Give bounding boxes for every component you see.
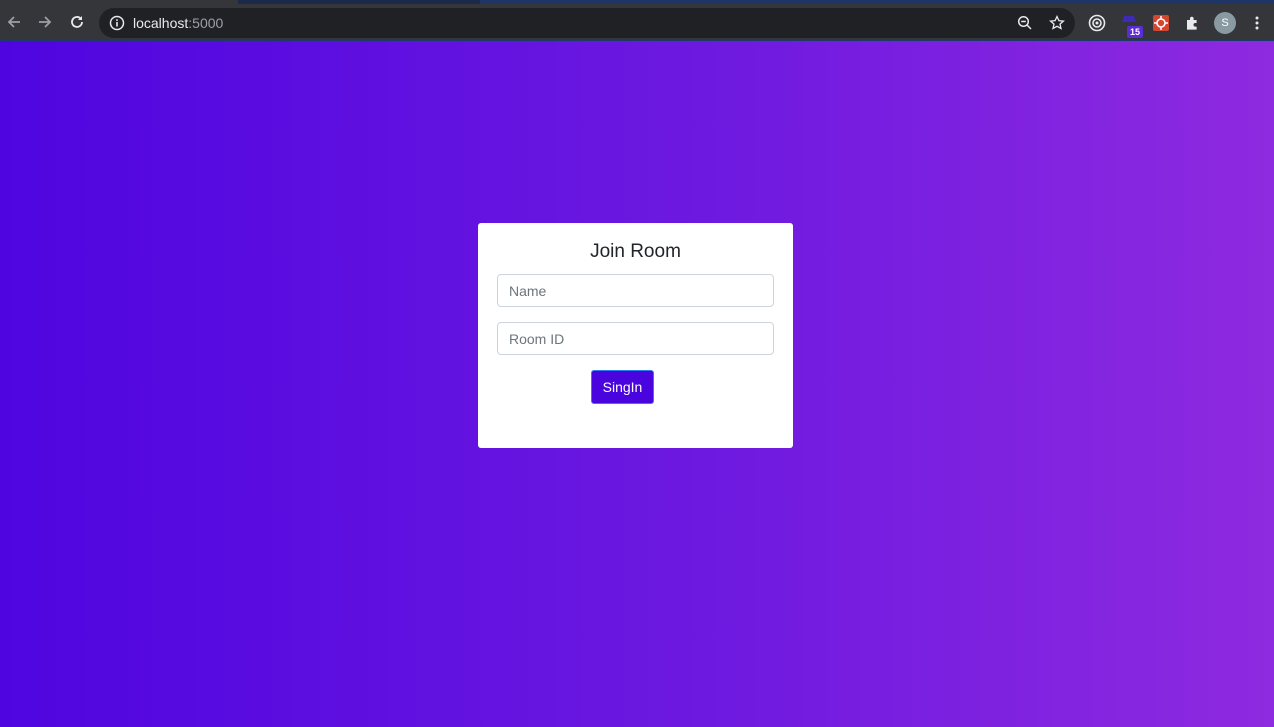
back-icon [6,14,22,30]
reload-button[interactable] [64,9,90,35]
url-host: localhost [133,15,189,31]
puzzle-icon[interactable] [1182,12,1204,34]
url-port: :5000 [188,15,224,31]
address-bar[interactable]: localhost:5000 [99,8,1075,38]
page-background: Join Room SingIn [0,41,1274,727]
forward-button[interactable] [32,9,58,35]
kebab-menu-icon[interactable] [1246,12,1268,34]
extension-badge-count: 15 [1127,26,1143,38]
forward-icon [37,14,53,30]
info-icon[interactable] [109,15,125,36]
room-id-input[interactable] [497,322,774,355]
zoom-out-icon[interactable] [1015,13,1035,33]
join-room-card: Join Room SingIn [478,223,793,448]
extension-target-icon[interactable] [1086,12,1108,34]
name-input[interactable] [497,274,774,307]
extension-red-icon[interactable] [1150,12,1172,34]
form-title: Join Room [590,241,681,262]
signin-button[interactable]: SingIn [591,370,654,404]
reload-icon [69,14,85,30]
profile-avatar[interactable]: S [1214,12,1236,34]
url-text[interactable]: localhost:5000 [133,15,223,31]
star-icon[interactable] [1047,13,1067,33]
back-button[interactable] [1,9,27,35]
browser-toolbar: localhost:5000 15 S [0,4,1274,41]
